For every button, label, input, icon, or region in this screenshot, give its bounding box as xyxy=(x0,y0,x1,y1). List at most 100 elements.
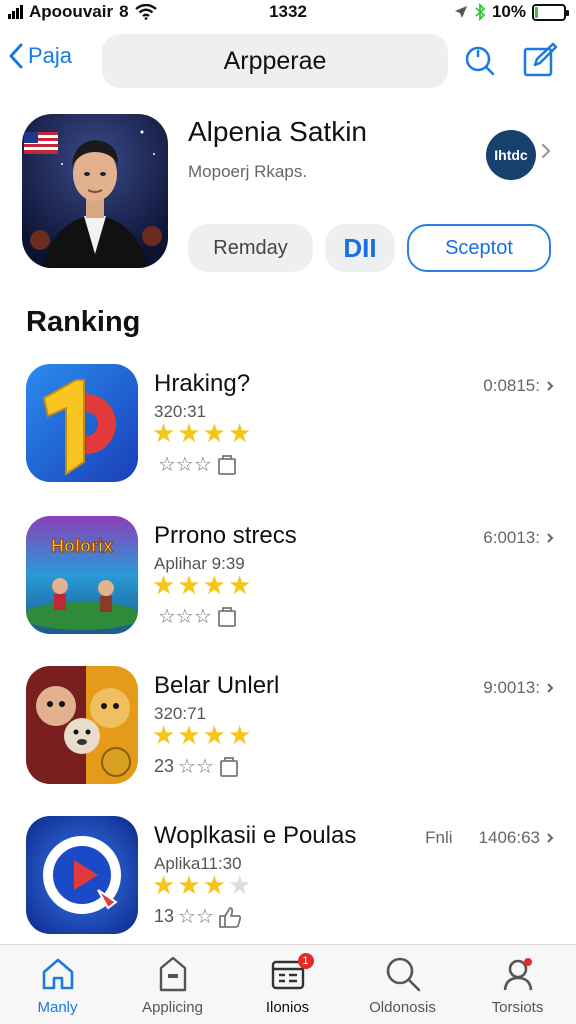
rating-star-icon: ★ xyxy=(152,870,176,900)
compose-icon xyxy=(523,42,558,77)
bag-icon xyxy=(157,951,189,997)
rating-stars: ★ ★ ★ ★ xyxy=(152,420,251,446)
developer-badge[interactable]: Ihtdc xyxy=(486,130,536,180)
search-icon xyxy=(465,46,495,76)
ticket-icon: 1 xyxy=(270,951,314,997)
profile-photo-icon xyxy=(22,114,168,268)
tab-label: Oldonosis xyxy=(369,999,436,1016)
bag-icon xyxy=(219,756,238,777)
outline-star-icon: ☆☆ xyxy=(178,756,214,778)
item-value-text: 6:0013: xyxy=(483,528,540,547)
middle-action-button[interactable]: DII xyxy=(325,224,395,272)
bluetooth-icon xyxy=(475,3,486,21)
tab-ilonios[interactable]: 1 Ilonios xyxy=(230,951,345,1016)
tab-bar: Manly Applicing 1 Ilonios Oldonosis Tors… xyxy=(0,944,576,1024)
tab-label: Torsiots xyxy=(491,999,544,1016)
rating-star-icon: ★ xyxy=(202,570,226,600)
item-value[interactable]: Fnli 1406:63 xyxy=(425,828,554,848)
rating-star-icon: ★ xyxy=(227,418,252,448)
rating-stars: ★ ★ ★ ★ xyxy=(152,872,251,898)
status-right: 10% xyxy=(454,2,569,22)
rating-star-icon: ★ xyxy=(177,570,201,600)
chevron-right-icon xyxy=(541,143,551,159)
item-value[interactable]: 6:0013: xyxy=(483,528,554,548)
chevron-left-icon xyxy=(9,43,23,69)
rating-stars: ★ ★ ★ ★ xyxy=(152,722,251,748)
status-bar: Apoouvair 8 1332 10% xyxy=(0,0,576,26)
item-bottom: ☆☆☆ xyxy=(154,604,238,629)
ranking-row[interactable]: Woplkasii e Poulas Aplika11:30 ★ ★ ★ ★ 13 ☆… xyxy=(0,816,576,946)
outline-action-button[interactable]: Sceptot xyxy=(407,224,551,272)
cartoon-characters-icon xyxy=(26,666,138,784)
item-value[interactable]: 9:0013: xyxy=(483,678,554,698)
thumbs-up-icon xyxy=(218,906,242,928)
item-bottom: ☆☆☆ xyxy=(154,452,238,477)
rating-stars: ★ ★ ★ ★ xyxy=(152,572,251,598)
search-button[interactable] xyxy=(460,40,500,80)
item-value-text: 1406:63 xyxy=(478,828,540,847)
rating-star-icon: ★ xyxy=(152,570,176,600)
rating-star-icon: ★ xyxy=(152,720,176,750)
item-prefix: Fnli xyxy=(425,828,453,847)
item-name: Prrono strecs xyxy=(154,522,297,549)
profile-icon xyxy=(500,951,536,997)
chevron-right-icon xyxy=(547,683,554,693)
tab-label: Applicing xyxy=(142,999,203,1016)
rating-star-icon: ★ xyxy=(227,570,252,600)
app-icon xyxy=(22,114,168,268)
nav-bar: Paja Arpperae xyxy=(0,30,576,94)
battery-icon xyxy=(532,3,569,21)
tab-applicing[interactable]: Applicing xyxy=(115,951,230,1016)
back-label: Paja xyxy=(28,43,73,68)
ranking-row[interactable]: Holorix Prrono strecs Aplihar 9:39 ★ ★ ★ ★ … xyxy=(0,516,576,646)
outline-star-icon: ☆☆☆ xyxy=(158,606,212,628)
back-button[interactable]: Paja xyxy=(8,42,72,70)
search-field[interactable]: Arpperae xyxy=(102,34,448,88)
item-bottom-text: 13 xyxy=(154,906,175,926)
item-name: Woplkasii e Poulas xyxy=(154,822,357,849)
battery-percent: 10% xyxy=(491,2,526,21)
item-value[interactable]: 0:0815: xyxy=(483,376,554,396)
item-value-text: 9:0013: xyxy=(483,678,540,697)
notification-badge: 1 xyxy=(297,953,314,969)
chevron-right-icon xyxy=(547,381,554,391)
rating-star-icon: ★ xyxy=(177,720,201,750)
tab-home[interactable]: Manly xyxy=(0,951,115,1016)
rating-star-icon: ★ xyxy=(202,870,226,900)
adventure-game-icon: Holorix xyxy=(26,516,138,634)
chevron-right-icon xyxy=(547,533,554,543)
chevron-right-icon xyxy=(547,833,554,843)
rating-star-icon: ★ xyxy=(202,720,226,750)
ranking-title: Ranking xyxy=(26,306,141,338)
rating-star-icon: ★ xyxy=(227,720,252,750)
item-bottom: 13 ☆☆ xyxy=(154,904,242,929)
tab-label: Ilonios xyxy=(265,999,310,1016)
ranking-row[interactable]: Hraking? 320:31 ★ ★ ★ ★ ☆☆☆ 0:0815: xyxy=(0,364,576,494)
tab-search[interactable]: Oldonosis xyxy=(345,951,460,1016)
ranking-row[interactable]: Belar Unlerl 320:71 ★ ★ ★ ★ 23 ☆☆ 9:0013: xyxy=(0,666,576,796)
video-play-icon xyxy=(26,816,138,934)
svg-text:Holorix: Holorix xyxy=(51,536,113,556)
rating-star-icon: ★ xyxy=(227,870,252,900)
rating-star-icon: ★ xyxy=(177,870,201,900)
primary-action-button[interactable]: Remday xyxy=(188,224,313,272)
bag-icon xyxy=(217,454,236,475)
gold-1-icon xyxy=(26,364,138,482)
search-icon xyxy=(384,951,422,997)
app-subtitle: Mopoerj Rkaps. xyxy=(188,162,308,181)
item-name: Belar Unlerl xyxy=(154,672,280,699)
rating-star-icon: ★ xyxy=(152,418,176,448)
item-bottom-text: 23 xyxy=(154,756,175,776)
item-value-text: 0:0815: xyxy=(483,376,540,395)
item-name: Hraking? xyxy=(154,370,251,397)
app-title: Alpenia Satkin xyxy=(188,116,368,147)
rating-star-icon: ★ xyxy=(202,418,226,448)
outline-star-icon: ☆☆ xyxy=(178,906,214,928)
home-icon xyxy=(40,951,76,997)
compose-button[interactable] xyxy=(520,40,560,80)
item-bottom: 23 ☆☆ xyxy=(154,754,240,779)
location-icon xyxy=(454,6,467,18)
battery-fill xyxy=(535,6,538,18)
tab-profile[interactable]: Torsiots xyxy=(460,951,575,1016)
bag-icon xyxy=(217,606,236,627)
